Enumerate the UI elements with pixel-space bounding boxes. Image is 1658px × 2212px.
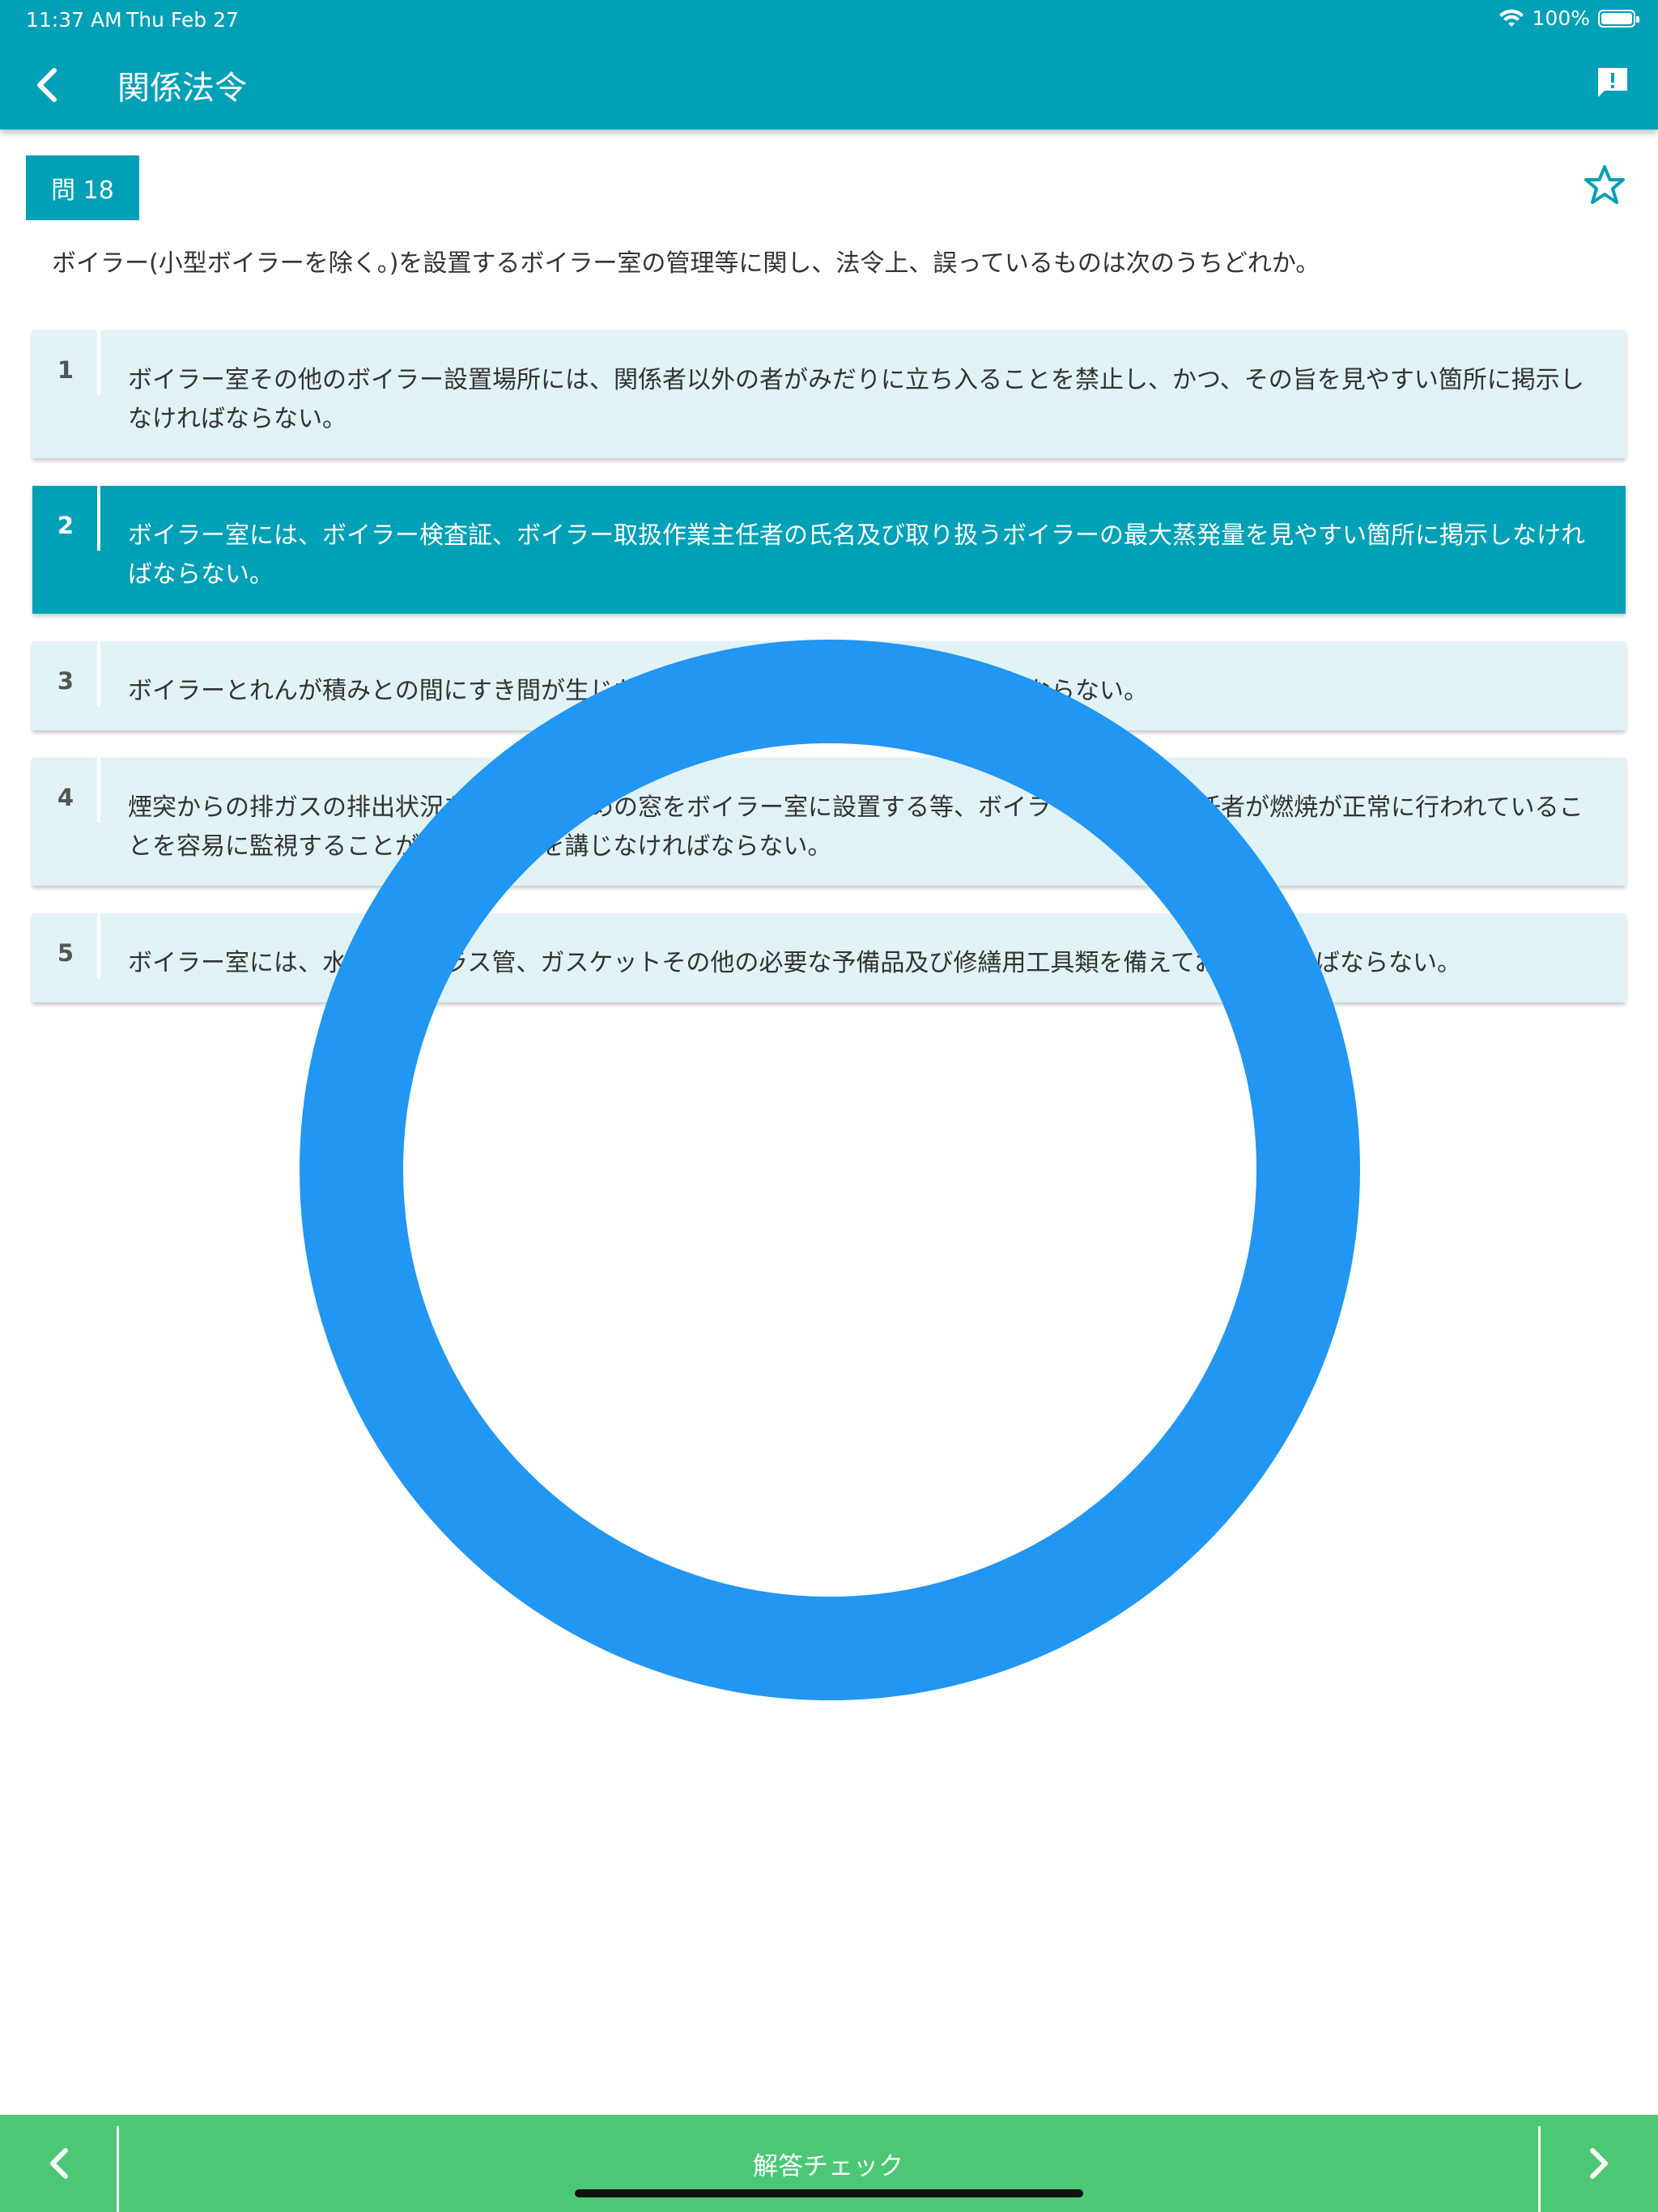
wifi-icon xyxy=(1499,9,1524,27)
top-bar: 11:37 AM Thu Feb 27 100% 関係法令 xyxy=(0,0,1658,130)
chevron-left-icon xyxy=(37,68,57,102)
choice-2[interactable]: 2 ボイラー室には、ボイラー検査証、ボイラー取扱作業主任者の氏名及び取り扱うボイ… xyxy=(32,486,1626,614)
status-bar: 11:37 AM Thu Feb 27 100% xyxy=(0,0,1658,37)
choice-divider xyxy=(97,641,100,706)
choice-divider xyxy=(97,486,100,551)
next-question-button[interactable] xyxy=(1541,2115,1658,2212)
page-title: 関係法令 xyxy=(117,70,247,107)
choice-number: 4 xyxy=(57,784,74,811)
choice-text: ボイラー室には、水面計のガラス管、ガスケットその他の必要な予備品及び修繕用工具類… xyxy=(128,949,1461,977)
answer-check-button[interactable]: 解答チェック xyxy=(120,2115,1537,2212)
status-right: 100% xyxy=(1499,6,1639,30)
choice-number: 2 xyxy=(57,512,74,539)
back-button[interactable] xyxy=(24,57,70,113)
choice-divider xyxy=(97,913,100,978)
status-date: Thu Feb 27 xyxy=(126,8,239,32)
chevron-right-icon xyxy=(1590,2148,1608,2179)
choice-number: 1 xyxy=(57,356,74,384)
question-number-badge: 問 18 xyxy=(26,155,139,220)
choice-text: ボイラー室その他のボイラー設置場所には、関係者以外の者がみだりに立ち入ることを禁… xyxy=(128,366,1584,433)
choice-5[interactable]: 5 ボイラー室には、水面計のガラス管、ガスケットその他の必要な予備品及び修繕用工… xyxy=(32,913,1626,1002)
choice-text: ボイラーとれんが積みとの間にすき間が生じたときは、すみやかに補修しなければならな… xyxy=(128,677,1148,705)
choice-3[interactable]: 3 ボイラーとれんが積みとの間にすき間が生じたときは、すみやかに補修しなければな… xyxy=(32,641,1626,730)
star-outline-icon[interactable] xyxy=(1580,162,1629,211)
choice-divider xyxy=(97,330,100,395)
choice-number: 3 xyxy=(57,667,74,695)
status-time: 11:37 AM xyxy=(26,8,122,32)
question-text: ボイラー(小型ボイラーを除く。)を設置するボイラー室の管理等に関し、法令上、誤っ… xyxy=(52,249,1320,278)
choice-text: ボイラー室には、ボイラー検査証、ボイラー取扱作業主任者の氏名及び取り扱うボイラー… xyxy=(128,521,1585,589)
battery-percent: 100% xyxy=(1532,6,1590,30)
choice-4[interactable]: 4 煙突からの排ガスの排出状況を観測するための窓をボイラー室に設置する等、ボイラ… xyxy=(32,758,1626,886)
choice-divider xyxy=(97,758,100,823)
report-bubble-icon xyxy=(1598,68,1627,97)
home-indicator xyxy=(575,2189,1083,2197)
bottom-bar: 解答チェック xyxy=(0,2115,1658,2212)
prev-question-button[interactable] xyxy=(0,2115,117,2212)
bottom-divider-right xyxy=(1538,2126,1541,2212)
report-button[interactable] xyxy=(1592,62,1634,104)
chevron-left-icon xyxy=(50,2148,68,2179)
choice-number: 5 xyxy=(57,939,74,967)
bottom-divider-left xyxy=(117,2126,119,2212)
choice-1[interactable]: 1 ボイラー室その他のボイラー設置場所には、関係者以外の者がみだりに立ち入ること… xyxy=(32,330,1626,458)
battery-icon xyxy=(1598,9,1639,28)
choice-text: 煙突からの排ガスの排出状況を観測するための窓をボイラー室に設置する等、ボイラー取… xyxy=(128,793,1584,861)
